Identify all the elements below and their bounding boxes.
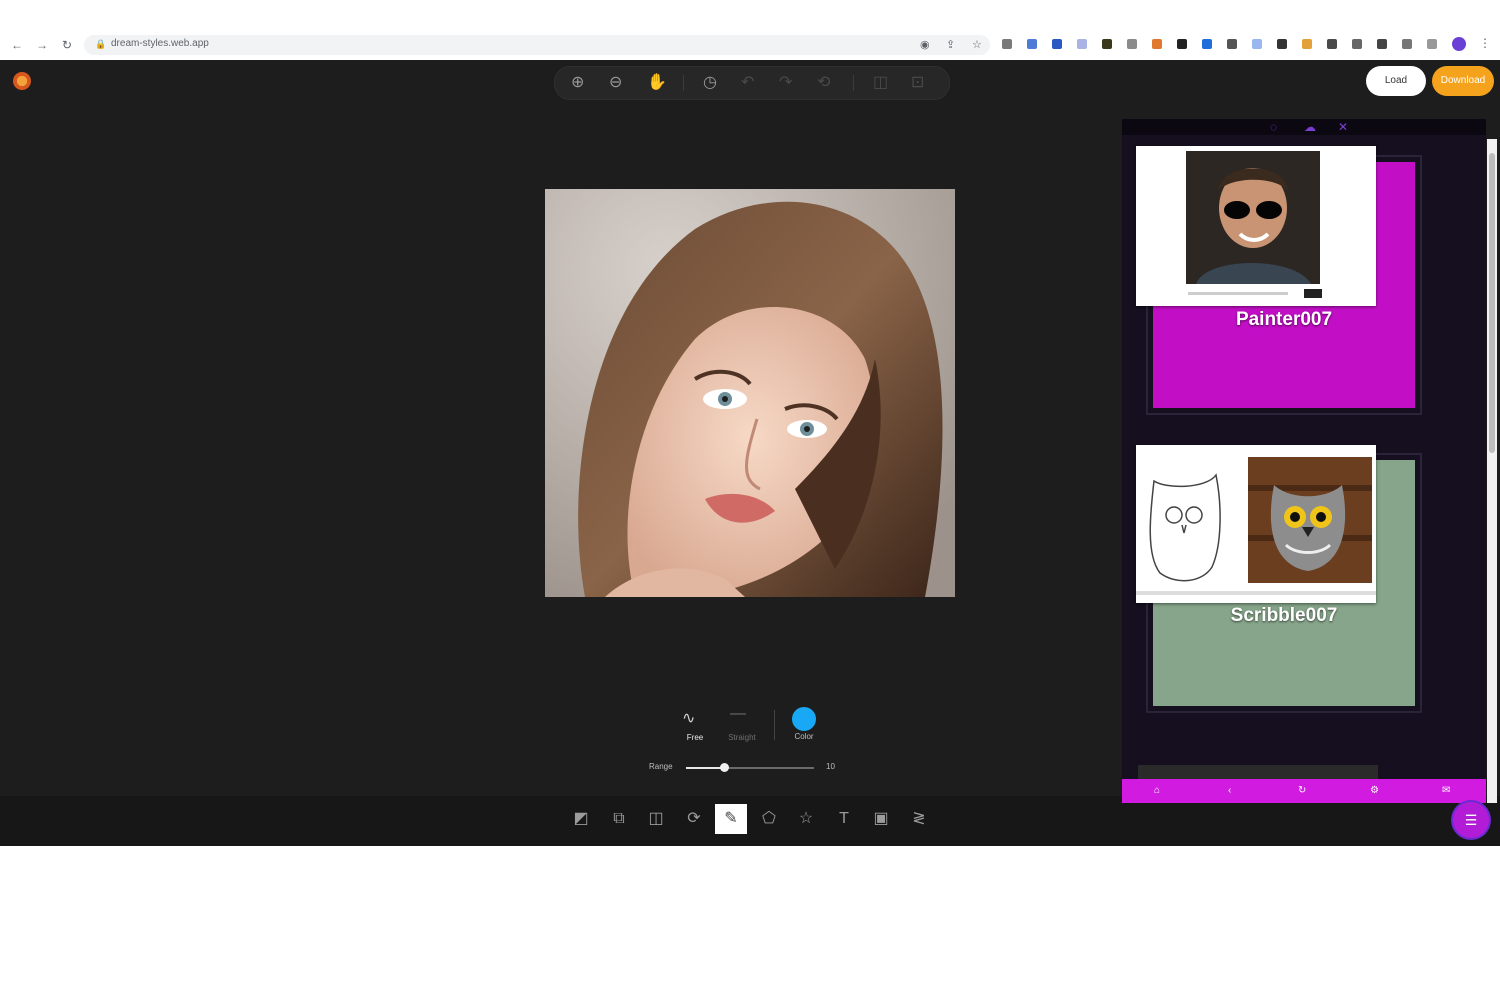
url-text[interactable]: dream-styles.web.app [111,38,209,49]
styles-panel: ◌ ☁ ✕ Painter007 Scribble007 ⌂ ‹ ↻ ⚙ ✉ [1122,119,1486,803]
extension-icon[interactable] [1127,39,1137,49]
tools-toolbar: ◩ ⧉ ◫ ⟳ ✎ ⬠ ☆ T ▣ ≷ [0,796,1500,846]
options-divider [774,710,775,740]
scrollbar-thumb[interactable] [1489,153,1495,453]
color-label[interactable]: Color [784,732,824,741]
extension-icon[interactable] [1227,39,1237,49]
extension-icon[interactable] [1352,39,1362,49]
address-bar[interactable]: 🔒 dream-styles.web.app ◉ ⇪ ☆ [84,35,990,55]
extension-icon[interactable] [1302,39,1312,49]
browser-toolbar: ← → ↻ 🔒 dream-styles.web.app ◉ ⇪ ☆ ⋮ [0,30,1500,60]
straight-line-icon[interactable]: — [730,705,746,723]
load-button[interactable]: Load [1366,66,1426,96]
extension-icon[interactable] [1252,39,1262,49]
text-tool-icon[interactable]: T [828,804,860,834]
extension-icon[interactable] [1327,39,1337,49]
portrait-photo [545,189,955,597]
brush-size-label: Range [649,762,673,771]
close-icon[interactable]: ✕ [1338,119,1348,135]
extension-icon[interactable] [1177,39,1187,49]
back-icon[interactable]: ‹ [1228,779,1231,803]
refresh-icon[interactable]: ↻ [1298,779,1306,803]
undo-icon[interactable]: ↶ [741,74,754,92]
extension-icon[interactable] [1002,39,1012,49]
toolbar-divider [683,75,684,91]
settings-icon[interactable]: ⚙ [1370,779,1379,803]
view-toolbar: ⊕ ⊖ ✋ ◷ ↶ ↷ ⟲ ◫ ⊡ [554,66,950,100]
draw-tool-icon[interactable]: ✎ [715,804,747,834]
free-label[interactable]: Free [675,733,715,742]
canvas-image[interactable] [545,189,955,597]
editor-app: ⊕ ⊖ ✋ ◷ ↶ ↷ ⟲ ◫ ⊡ Load Download ∿ Free —… [0,60,1500,846]
forward-icon[interactable]: → [36,37,48,53]
history-icon[interactable]: ◷ [703,74,717,92]
back-icon[interactable]: ← [11,37,23,53]
extension-icon[interactable] [1077,39,1087,49]
compare-icon[interactable]: ◫ [873,74,888,92]
cloud-icon[interactable]: ☁ [1304,119,1316,135]
rotate-tool-icon[interactable]: ⟳ [678,804,710,834]
eye-off-icon[interactable]: ◌ [1270,119,1277,135]
home-icon[interactable]: ⌂ [1154,779,1160,803]
profile-avatar[interactable] [1452,37,1466,51]
filter-tool-icon[interactable]: ◩ [565,804,597,834]
browser-menu-icon[interactable]: ⋮ [1479,36,1491,50]
view-icon[interactable]: ◉ [920,38,930,51]
flip-tool-icon[interactable]: ◫ [640,804,672,834]
style-preview-scribble[interactable] [1136,445,1376,603]
fit-icon[interactable]: ⊡ [911,74,924,92]
panel-nav-bar: ⌂ ‹ ↻ ⚙ ✉ [1122,779,1486,803]
sidepanel-icon[interactable] [1427,39,1437,49]
app-logo[interactable] [13,72,31,90]
panel-scrollbar[interactable] [1487,139,1497,803]
free-draw-icon[interactable]: ∿ [682,708,695,728]
pan-hand-icon[interactable]: ✋ [647,74,667,92]
extension-icon[interactable] [1152,39,1162,49]
menu-fab-button[interactable]: ☰ [1453,802,1489,838]
download-icon[interactable] [1402,39,1412,49]
icon-tool-icon[interactable]: ☆ [790,804,822,834]
download-button[interactable]: Download [1432,66,1494,96]
extension-icon[interactable] [1277,39,1287,49]
lock-icon: 🔒 [95,39,107,49]
style-preview-painter[interactable] [1136,146,1376,306]
reset-icon[interactable]: ⟲ [817,74,830,92]
color-picker-swatch[interactable] [792,707,816,731]
extension-icon[interactable] [1202,39,1212,49]
scribble-preview-image [1136,457,1376,595]
next-style-card[interactable] [1138,765,1378,779]
zoom-in-icon[interactable]: ⊕ [571,74,584,92]
extension-icon[interactable] [1377,39,1387,49]
panel-header: ◌ ☁ ✕ [1122,119,1486,135]
share-icon[interactable]: ⇪ [946,38,955,51]
mail-icon[interactable]: ✉ [1442,779,1450,803]
mask-tool-icon[interactable]: ▣ [865,804,897,834]
slider-knob[interactable] [720,763,729,772]
redo-icon[interactable]: ↷ [779,74,792,92]
card-title: Painter007 [1235,309,1333,330]
shape-tool-icon[interactable]: ⬠ [753,804,785,834]
brush-size-value: 10 [826,762,835,771]
adjust-tool-icon[interactable]: ≷ [903,804,935,834]
reload-icon[interactable]: ↻ [62,37,72,53]
star-icon[interactable]: ☆ [972,38,982,51]
extension-icon[interactable] [1052,39,1062,49]
painter-preview-image [1186,151,1322,298]
crop-tool-icon[interactable]: ⧉ [603,804,635,834]
zoom-out-icon[interactable]: ⊖ [609,74,622,92]
straight-label[interactable]: Straight [722,733,762,742]
extension-icon[interactable] [1102,39,1112,49]
extension-icon[interactable] [1027,39,1037,49]
brush-size-slider[interactable] [686,763,814,772]
slider-fill [686,767,724,769]
toolbar-divider [853,75,854,91]
card-title: Scribble007 [1230,605,1338,626]
brush-options: ∿ Free — Straight Color Range 10 [640,700,860,780]
